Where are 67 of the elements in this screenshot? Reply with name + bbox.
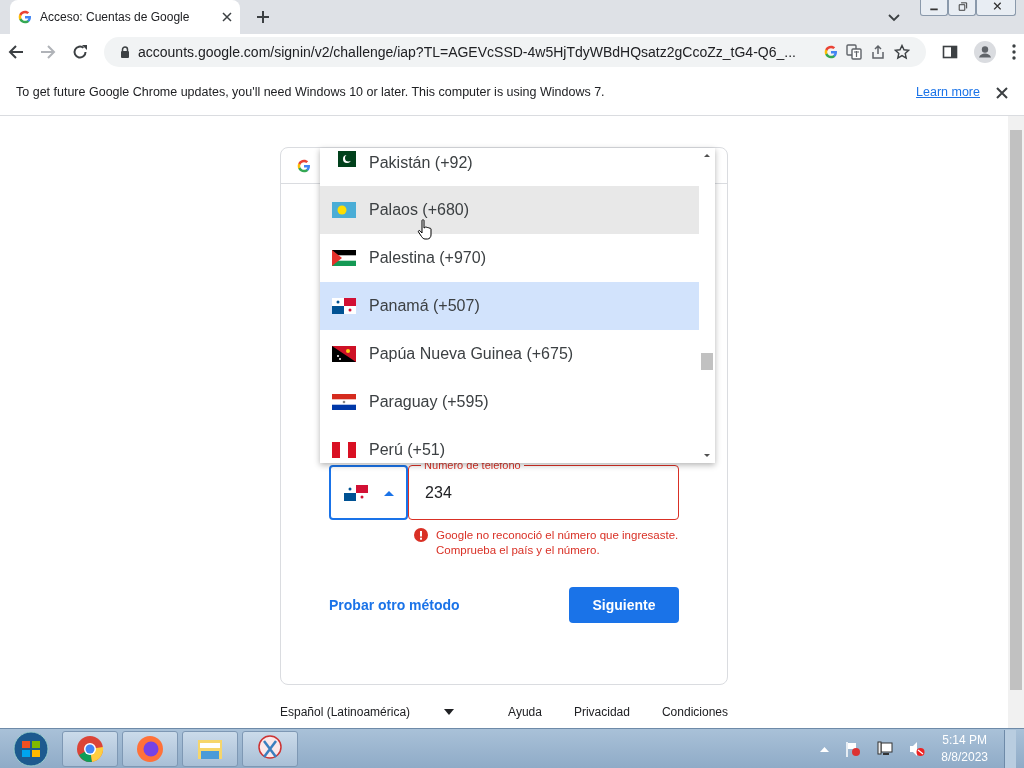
taskbar-button[interactable] <box>62 730 118 767</box>
taskbar-button[interactable] <box>242 730 298 767</box>
scrollbar[interactable] <box>1008 116 1024 728</box>
flag-icon <box>332 250 356 266</box>
footer-link[interactable]: Condiciones <box>661 703 728 721</box>
back-icon[interactable] <box>8 44 24 60</box>
error-icon <box>414 528 428 542</box>
browser-icon <box>75 733 105 764</box>
new-tab-icon[interactable] <box>256 10 270 24</box>
url-text: accounts.google.com/signin/v2/challenge/iap?TL=AGEVcSSD-4w5HjTdyWBdHQsatz2gCcoZz_tG4-Q6_... <box>138 42 797 62</box>
flag-icon <box>332 151 356 167</box>
scrollbar-thumb[interactable] <box>1010 130 1022 690</box>
reload-icon[interactable] <box>72 44 88 60</box>
address-bar[interactable]: accounts.google.com/signin/v2/challenge/iap?TL=AGEVcSSD-4w5HjTdyWBdHQsatz2gCcoZz_tG4-Q6_... <box>104 37 926 67</box>
country-option[interactable]: Palaos (+680) <box>320 186 699 234</box>
caret-up-icon <box>383 489 394 496</box>
country-option[interactable]: Paraguay (+595) <box>320 378 699 426</box>
footer-link[interactable]: Ayuda <box>508 703 542 721</box>
lock-icon <box>120 46 130 58</box>
google-icon <box>18 10 32 24</box>
flag-icon <box>332 298 356 314</box>
country-selector[interactable] <box>329 465 409 520</box>
flag-alert-icon[interactable] <box>845 740 862 757</box>
flag-icon <box>332 442 356 458</box>
share-icon[interactable] <box>870 44 886 60</box>
learn-more-link[interactable]: Learn more <box>916 83 980 102</box>
taskbar-button[interactable] <box>122 730 178 767</box>
taskbar-button[interactable] <box>182 730 238 767</box>
field-value: 234 <box>425 482 452 503</box>
network-icon[interactable] <box>877 740 894 757</box>
close-icon[interactable] <box>976 0 1016 16</box>
next-button[interactable]: Siguiente <box>569 587 679 623</box>
footer-link[interactable]: Privacidad <box>573 703 630 721</box>
minimize-icon[interactable] <box>920 0 948 16</box>
tab-title: Acceso: Cuentas de Google <box>40 9 191 26</box>
menu-icon[interactable] <box>1012 44 1016 60</box>
error-message: Google no reconoció el número que ingresaste. Comprueba el país y el número. <box>436 528 679 558</box>
flag-icon <box>332 202 356 218</box>
flag-icon <box>343 484 368 501</box>
chevron-down-icon[interactable] <box>888 14 900 22</box>
country-option[interactable]: Pakistán (+92) <box>320 148 699 186</box>
country-option[interactable]: Papúa Nueva Guinea (+675) <box>320 330 699 378</box>
star-icon[interactable] <box>894 44 910 60</box>
language-selector[interactable]: Español (Latinoamérica) <box>280 703 455 721</box>
clock-time: 5:14 PM <box>941 731 988 749</box>
infobar-message: To get future Google Chrome updates, you'll need Windows 10 or later. This computer is using Windows 7. <box>16 84 606 102</box>
profile-icon[interactable] <box>974 41 996 63</box>
clock-date: 8/8/2023 <box>941 748 988 766</box>
flag-icon <box>332 394 356 410</box>
try-another-method-link[interactable]: Probar otro método <box>329 594 460 616</box>
google-icon <box>297 158 311 173</box>
browser-tab[interactable]: Acceso: Cuentas de Google <box>10 0 240 34</box>
close-icon[interactable] <box>996 86 1008 99</box>
dropdown-scrollbar[interactable] <box>699 148 715 463</box>
country-option[interactable]: Panamá (+507) <box>320 282 699 330</box>
hand-cursor-icon <box>417 219 433 241</box>
country-option[interactable]: Palestina (+970) <box>320 234 699 282</box>
language-label: Español (Latinoamérica) <box>280 704 411 721</box>
caret-down-icon <box>444 709 455 715</box>
fox-browser-icon <box>135 733 165 764</box>
side-panel-icon[interactable] <box>942 44 958 60</box>
flag-icon <box>332 346 356 362</box>
google-icon[interactable] <box>824 45 838 59</box>
volume-muted-icon[interactable] <box>909 740 926 757</box>
restore-icon[interactable] <box>948 0 976 16</box>
translate-icon[interactable] <box>846 44 862 60</box>
close-icon[interactable] <box>222 12 232 22</box>
